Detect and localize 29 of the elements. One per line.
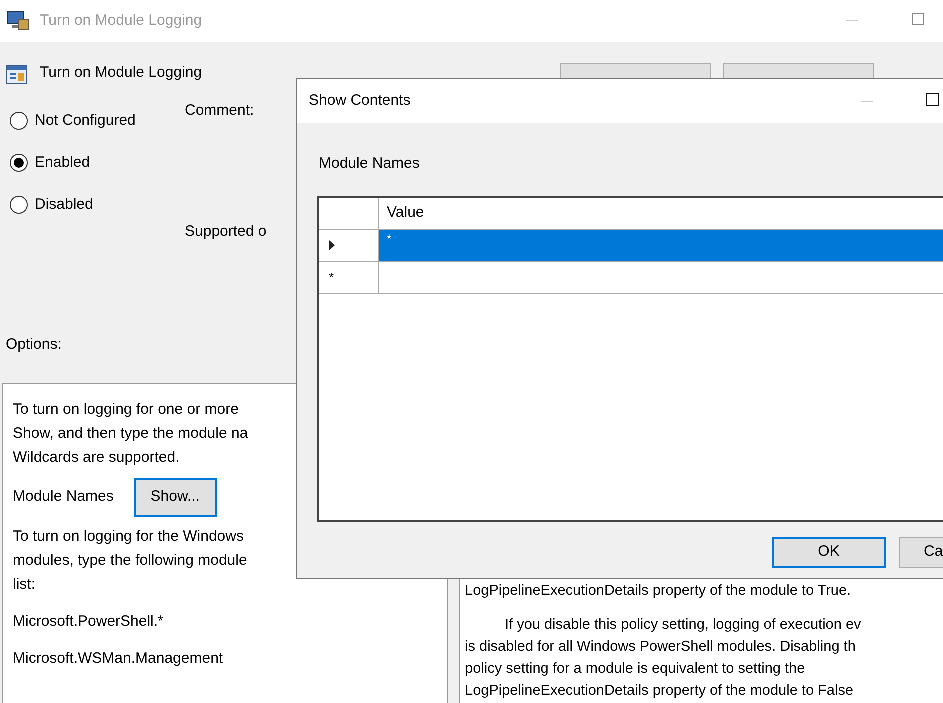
radio-button[interactable] bbox=[10, 196, 28, 214]
options-text: To turn on logging for one or more Show, and then type the module na Wildcards are supported. bbox=[13, 400, 248, 468]
window-title: Turn on Module Logging bbox=[40, 10, 202, 31]
new-row-marker: * bbox=[329, 268, 334, 287]
comment-label: Comment: bbox=[185, 101, 254, 121]
help-text: If you disable this policy setting, logging of execution ev is disabled for all Windows PowerShell modules. Disabling th policy setting for a module is equivalent to setting the LogPipelineExecutionDetails property of the module to False bbox=[465, 616, 862, 701]
current-row-icon bbox=[329, 240, 335, 251]
dialog-title: Show Contents bbox=[309, 90, 411, 111]
grid-cell[interactable]: * bbox=[379, 230, 943, 262]
radio-button[interactable] bbox=[10, 154, 28, 172]
radio-button[interactable] bbox=[10, 112, 28, 130]
module-names-label: Module Names bbox=[13, 487, 114, 508]
settings-window-icon bbox=[6, 64, 28, 86]
module-name: Microsoft.WSMan.Management bbox=[13, 648, 224, 668]
options-text: To turn on logging for the Windows modules, type the following module list: bbox=[13, 527, 248, 595]
computer-icon bbox=[6, 10, 30, 32]
list-label: Module Names bbox=[319, 154, 420, 174]
cancel-button[interactable]: Ca bbox=[899, 537, 943, 568]
maximize-icon[interactable] bbox=[926, 93, 939, 106]
ok-button[interactable]: OK bbox=[772, 537, 886, 568]
radio-label: Enabled bbox=[35, 152, 90, 173]
help-text: LogPipelineExecutionDetails property of the module to True. bbox=[465, 582, 852, 601]
radio-label: Not Configured bbox=[35, 110, 136, 131]
options-label: Options: bbox=[6, 335, 62, 355]
radio-label: Disabled bbox=[35, 194, 94, 215]
module-name: Microsoft.PowerShell.* bbox=[13, 612, 164, 632]
supported-on-label: Supported o bbox=[185, 222, 267, 242]
policy-title: Turn on Module Logging bbox=[40, 63, 202, 83]
show-button[interactable]: Show... bbox=[134, 478, 217, 517]
